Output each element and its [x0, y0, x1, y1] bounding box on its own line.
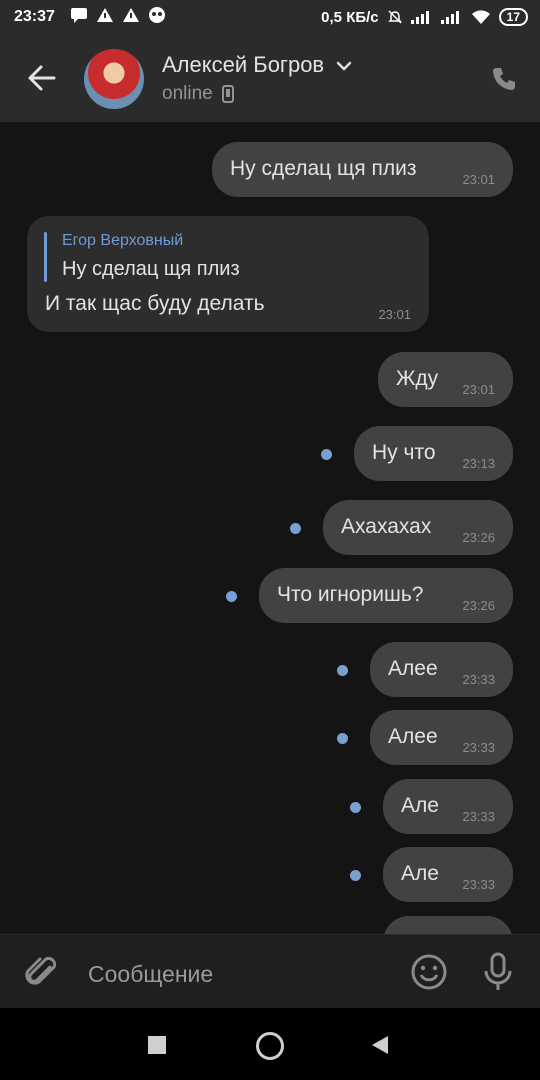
message-list[interactable]: Ну сделац щя плиз 23:01 Егор Верховный Н…	[0, 122, 540, 934]
unread-dot	[290, 523, 301, 534]
message-text: Что игноришь?	[277, 583, 424, 606]
outgoing-message[interactable]: Алее 23:33	[370, 710, 513, 765]
system-nav-bar	[0, 1008, 540, 1080]
network-speed: 0,5 КБ/с	[321, 8, 379, 26]
warning-icon	[97, 8, 113, 22]
recent-apps-button[interactable]	[148, 1036, 166, 1054]
message-text: И так щас буду делать	[45, 292, 265, 315]
chat-header: Алексей Богров online	[0, 36, 540, 122]
message-time: 23:33	[462, 672, 495, 687]
back-arrow-icon[interactable]	[26, 62, 58, 94]
message-text: Ахахахах	[341, 515, 432, 538]
unread-dot	[337, 665, 348, 676]
contact-name[interactable]: Алексей Богров	[162, 52, 352, 78]
unread-dot	[350, 802, 361, 813]
message-time: 23:33	[462, 877, 495, 892]
phone-icon[interactable]	[490, 65, 518, 93]
outgoing-message[interactable]: Жду 23:01	[378, 352, 513, 407]
message-text: Алее	[388, 725, 438, 748]
unread-dot	[226, 591, 237, 602]
message-text: Але	[401, 862, 439, 885]
message-time: 23:33	[462, 809, 495, 824]
outgoing-message[interactable]: Алее 23:33	[370, 642, 513, 697]
reply-line	[44, 232, 47, 282]
message-time: 23:01	[462, 172, 495, 187]
mute-icon	[387, 10, 402, 24]
reply-quoted-text: Ну сделац щя плиз	[62, 258, 240, 280]
outgoing-message[interactable]: Ну сделац щя плиз 23:01	[212, 142, 513, 197]
unread-dot	[321, 449, 332, 460]
wifi-icon	[471, 10, 490, 24]
reply-author: Егор Верховный	[62, 232, 184, 249]
attach-icon[interactable]	[24, 953, 60, 993]
message-time: 23:13	[462, 456, 495, 471]
mobile-device-icon	[222, 84, 234, 103]
message-time: 23:01	[462, 382, 495, 397]
notification-icons	[70, 6, 166, 24]
incoming-message[interactable]: Егор Верховный Ну сделац щя плиз И так щ…	[27, 216, 429, 332]
online-status: online	[162, 83, 234, 105]
outgoing-message[interactable]: Але 23:33	[383, 847, 513, 902]
message-time: 23:33	[462, 740, 495, 755]
message-time: 23:26	[462, 598, 495, 613]
system-icons: 0,5 КБ/с 17	[321, 8, 528, 26]
message-text: Ну сделац щя плиз	[230, 157, 417, 180]
outgoing-message[interactable]: Что игноришь? 23:26	[259, 568, 513, 623]
outgoing-message-partial[interactable]	[383, 916, 513, 934]
unread-dot	[337, 733, 348, 744]
chevron-down-icon	[337, 61, 352, 71]
message-text: Жду	[396, 367, 439, 390]
message-input[interactable]	[86, 955, 390, 993]
online-status-label: online	[162, 83, 213, 104]
outgoing-message[interactable]: Ну что 23:13	[354, 426, 513, 481]
clock: 23:37	[14, 8, 55, 25]
warning-icon-2	[123, 8, 139, 22]
message-text: Алее	[388, 657, 438, 680]
message-time: 23:01	[378, 307, 411, 322]
signal-icon-2	[440, 11, 459, 24]
emoji-icon[interactable]	[410, 953, 448, 991]
status-bar: 23:37 0,5 КБ/с 17	[0, 0, 540, 36]
battery-icon: 17	[498, 8, 528, 26]
unread-dot	[350, 870, 361, 881]
chat-notification-icon	[71, 8, 87, 23]
outgoing-message[interactable]: Ахахахах 23:26	[323, 500, 513, 555]
signal-icon	[410, 11, 429, 24]
message-text: Ну что	[372, 441, 436, 464]
message-time: 23:26	[462, 530, 495, 545]
contact-name-label: Алексей Богров	[162, 52, 325, 77]
home-button[interactable]	[256, 1032, 284, 1060]
avatar[interactable]	[84, 49, 144, 109]
nav-back-icon[interactable]	[370, 1034, 390, 1056]
app-icon	[149, 7, 165, 23]
message-text: Але	[401, 794, 439, 817]
message-composer	[0, 934, 540, 1009]
microphone-icon[interactable]	[482, 951, 514, 993]
outgoing-message[interactable]: Але 23:33	[383, 779, 513, 834]
